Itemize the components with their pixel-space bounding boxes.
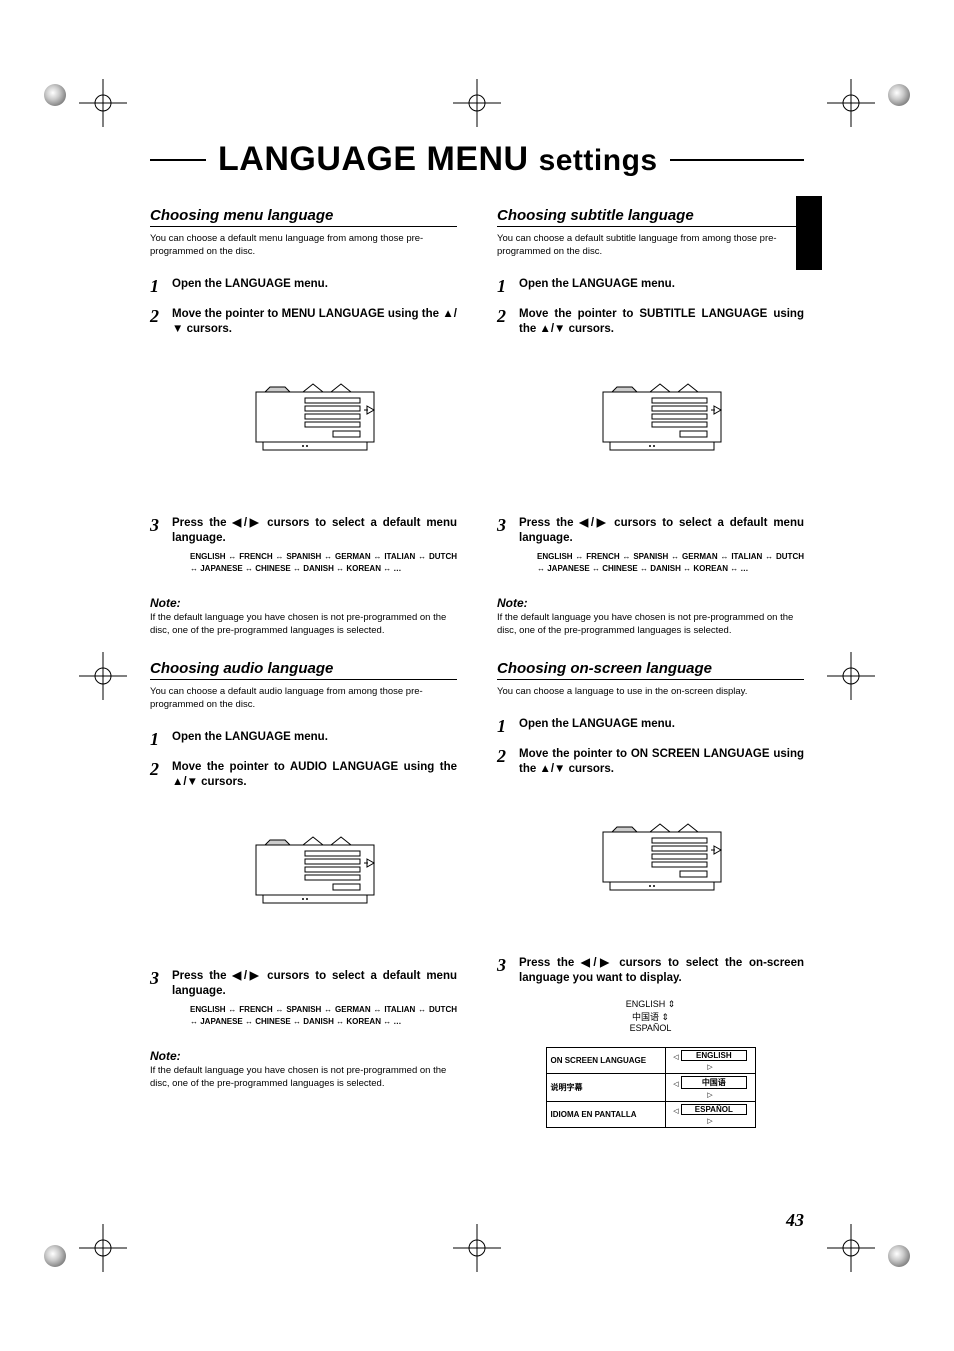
menu-diagram-icon [255,344,375,494]
step-text: Open the LANGUAGE menu. [172,730,457,748]
step-text: Move the pointer to SUBTITLE LANGUAGE us… [519,308,804,336]
note-heading: Note: [150,596,457,610]
title-sub: settings [539,144,658,177]
registration-mark-icon [79,79,127,127]
onscreen-language-cycle: ENGLISH ⇕ 中国语 ⇕ ESPAÑOL [497,999,804,1033]
section-sub: You can choose a language to use in the … [497,686,804,699]
step-text: Move the pointer to ON SCREEN LANGUAGE u… [519,748,804,776]
step-text: Move the pointer to AUDIO LANGUAGE using… [172,761,457,789]
note-body: If the default language you have chosen … [497,612,804,638]
page-content: LANGUAGE MENU settings Choosing menu lan… [150,140,804,1231]
menu-diagram-icon [602,344,722,494]
language-cycle: ENGLISH ↔ FRENCH ↔ SPANISH ↔ GERMAN ↔ IT… [537,551,804,577]
note-body: If the default language you have chosen … [150,612,457,638]
section-heading-menu-lang: Choosing menu language [150,207,457,227]
corner-dot-icon [888,1245,910,1267]
section-sub: You can choose a default menu language f… [150,233,457,259]
step-text: Open the LANGUAGE menu. [519,717,804,735]
registration-mark-icon [79,1224,127,1272]
registration-mark-icon [453,1224,501,1272]
language-cycle: ENGLISH ↔ FRENCH ↔ SPANISH ↔ GERMAN ↔ IT… [190,1004,457,1030]
registration-mark-icon [79,652,127,700]
step-text: Move the pointer to MENU LANGUAGE using … [172,308,457,336]
menu-diagram-icon [255,797,375,947]
step-text: Open the LANGUAGE menu. [519,277,804,295]
language-cycle: ENGLISH ↔ FRENCH ↔ SPANISH ↔ GERMAN ↔ IT… [190,551,457,577]
section-heading-audio-lang: Choosing audio language [150,660,457,680]
note-body: If the default language you have chosen … [150,1065,457,1091]
step-text: Press the ◀/▶ cursors to select a defaul… [172,970,457,998]
step-text: Press the ◀/▶ cursors to select the on-s… [519,957,804,985]
section-sub: You can choose a default audio language … [150,686,457,712]
left-column: Choosing menu language You can choose a … [150,207,457,1128]
section-sub: You can choose a default subtitle langua… [497,233,804,259]
corner-dot-icon [888,84,910,106]
section-heading-subtitle-lang: Choosing subtitle language [497,207,804,227]
page-title: LANGUAGE MENU settings [150,140,804,179]
registration-mark-icon [827,79,875,127]
onscreen-language-table: ON SCREEN LANGUAGE ◁ ENGLISH ▷ 说明字幕 ◁ 中国… [546,1047,756,1128]
step-text: Open the LANGUAGE menu. [172,277,457,295]
right-column: Choosing subtitle language You can choos… [497,207,804,1128]
section-heading-onscreen-lang: Choosing on-screen language [497,660,804,680]
table-row: 说明字幕 ◁ 中国语 ▷ [546,1073,755,1101]
page-number: 43 [786,1210,804,1231]
registration-mark-icon [453,79,501,127]
table-row: ON SCREEN LANGUAGE ◁ ENGLISH ▷ [546,1047,755,1073]
menu-diagram-icon [602,784,722,934]
title-main: LANGUAGE MENU [218,140,529,178]
table-row: IDIOMA EN PANTALLA ◁ ESPAÑOL ▷ [546,1101,755,1127]
corner-dot-icon [44,1245,66,1267]
registration-mark-icon [827,652,875,700]
note-heading: Note: [497,596,804,610]
step-text: Press the ◀/▶ cursors to select a defaul… [172,517,457,545]
registration-mark-icon [827,1224,875,1272]
corner-dot-icon [44,84,66,106]
step-text: Press the ◀/▶ cursors to select a defaul… [519,517,804,545]
note-heading: Note: [150,1049,457,1063]
